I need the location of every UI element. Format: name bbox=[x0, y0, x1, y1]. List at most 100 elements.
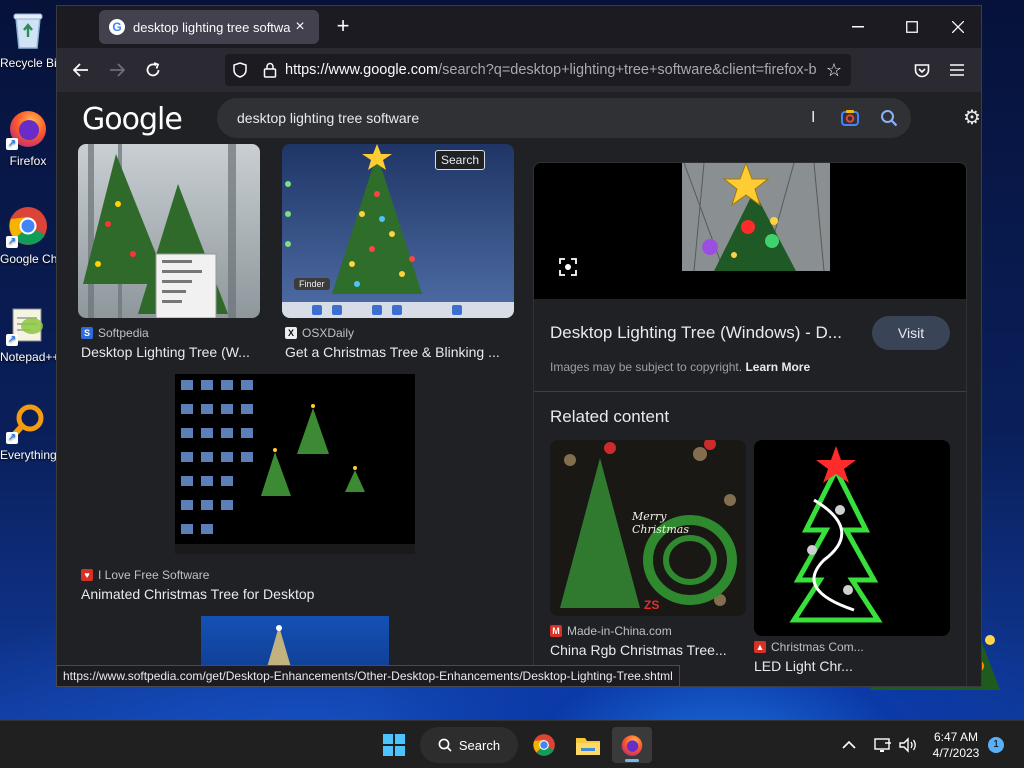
taskbar-file-explorer-button[interactable] bbox=[570, 727, 606, 763]
pocket-icon bbox=[914, 63, 930, 77]
url-path: /search?q=desktop+lighting+tree+software… bbox=[438, 62, 817, 78]
arrow-left-icon bbox=[73, 63, 88, 77]
taskbar-search-button[interactable]: Search bbox=[420, 727, 518, 763]
clock-date: 4/7/2023 bbox=[932, 746, 980, 760]
result-title-softpedia[interactable]: Desktop Lighting Tree (W... bbox=[81, 344, 263, 360]
arrow-right-icon bbox=[110, 63, 125, 77]
chrome-icon bbox=[533, 734, 555, 756]
result-title-ilovefreesoftware[interactable]: Animated Christmas Tree for Desktop bbox=[81, 586, 381, 602]
camera-lens-icon bbox=[841, 110, 859, 126]
tracking-protection-shield-icon[interactable] bbox=[225, 62, 255, 78]
firefox-window: G desktop lighting tree software - Googl… bbox=[56, 5, 982, 687]
related-source-christmas-com[interactable]: ▲ Christmas Com... bbox=[754, 640, 864, 654]
image-preview-panel: Desktop Lighting Tree (Windows) - D... V… bbox=[533, 162, 967, 686]
google-images-page: Google desktop lighting tree software I … bbox=[57, 92, 981, 686]
related-source-label: Made-in-China.com bbox=[567, 624, 672, 638]
desktop-icon-firefox[interactable]: ↗ Firefox bbox=[0, 106, 56, 168]
app-menu-button[interactable] bbox=[943, 56, 971, 84]
related-source-label: Christmas Com... bbox=[771, 640, 864, 654]
back-button[interactable] bbox=[67, 56, 95, 84]
recycle-bin-icon bbox=[6, 8, 50, 52]
section-divider bbox=[534, 391, 966, 392]
network-icon bbox=[874, 738, 891, 752]
result-source-label: OSXDaily bbox=[302, 326, 355, 340]
result-source-softpedia[interactable]: S Softpedia bbox=[81, 326, 149, 340]
desktop-icon-google-chrome[interactable]: ↗ Google Chrome bbox=[0, 204, 56, 266]
lock-icon[interactable] bbox=[255, 62, 285, 78]
google-search-box[interactable]: desktop lighting tree software I bbox=[217, 98, 911, 138]
desktop-icon-label: Notepad++ bbox=[0, 350, 56, 364]
desktop-icon-notepad-plus-plus[interactable]: ↗ Notepad++ bbox=[0, 302, 56, 364]
related-thumbnail-christmas-com[interactable] bbox=[754, 440, 950, 636]
show-hidden-icons-button[interactable] bbox=[842, 721, 856, 768]
address-bar[interactable]: https://www.google.com/search?q=desktop+… bbox=[225, 54, 851, 86]
search-tooltip: Search bbox=[435, 150, 486, 170]
reload-button[interactable] bbox=[139, 56, 167, 84]
shortcut-arrow-icon: ↗ bbox=[6, 432, 18, 444]
hamburger-menu-icon bbox=[950, 64, 964, 76]
volume-button[interactable] bbox=[898, 721, 918, 768]
taskbar-chrome-button[interactable] bbox=[526, 727, 562, 763]
tab-google-search[interactable]: G desktop lighting tree software - Googl… bbox=[99, 10, 319, 44]
settings-gear-icon[interactable]: ⚙ bbox=[963, 108, 981, 128]
taskbar-search-label: Search bbox=[458, 737, 501, 753]
bookmark-star-icon[interactable]: ☆ bbox=[817, 60, 851, 81]
related-title-christmas-com[interactable]: LED Light Chr... bbox=[754, 658, 874, 674]
google-logo[interactable]: Google bbox=[82, 102, 183, 137]
search-icon bbox=[438, 738, 452, 752]
desktop-icon-label: Recycle Bin bbox=[0, 56, 56, 70]
desktop-icon-recycle-bin[interactable]: Recycle Bin bbox=[0, 8, 56, 70]
google-lens-button[interactable] bbox=[833, 101, 867, 135]
learn-more-link[interactable]: Learn More bbox=[745, 360, 810, 374]
notepad-plus-plus-icon: ↗ bbox=[6, 302, 50, 346]
active-app-indicator bbox=[625, 759, 639, 762]
copyright-notice: Images may be subject to copyright. Lear… bbox=[550, 360, 810, 374]
clock-time: 6:47 AM bbox=[933, 730, 979, 744]
network-status-button[interactable] bbox=[874, 721, 892, 768]
firefox-icon: ↗ bbox=[6, 106, 50, 150]
result-thumbnail-osxdaily[interactable]: Finder bbox=[282, 144, 514, 318]
start-button[interactable] bbox=[376, 727, 412, 763]
shortcut-arrow-icon: ↗ bbox=[6, 334, 18, 346]
search-button[interactable] bbox=[867, 101, 911, 135]
everything-search-icon: ↗ bbox=[6, 400, 50, 444]
search-icon bbox=[881, 110, 898, 127]
result-thumbnail-ilovefreesoftware[interactable] bbox=[175, 374, 415, 554]
minimize-icon bbox=[852, 26, 864, 28]
related-thumbnail-made-in-china[interactable]: Merry Christmas ZS bbox=[550, 440, 746, 616]
related-content-heading: Related content bbox=[550, 407, 670, 426]
finder-label: Finder bbox=[294, 278, 330, 290]
pocket-button[interactable] bbox=[908, 56, 936, 84]
taskbar-firefox-button[interactable] bbox=[612, 727, 652, 763]
desktop-icon-everything[interactable]: ↗ Everything bbox=[0, 400, 56, 462]
result-source-ilovefreesoftware[interactable]: ♥ I Love Free Software bbox=[81, 568, 209, 582]
visual-search-scan-icon[interactable] bbox=[558, 257, 578, 277]
maximize-button[interactable] bbox=[889, 6, 935, 48]
taskbar-clock[interactable]: 6:47 AM 4/7/2023 bbox=[926, 729, 986, 761]
minimize-button[interactable] bbox=[835, 6, 881, 48]
close-window-button[interactable] bbox=[935, 6, 981, 48]
preview-title[interactable]: Desktop Lighting Tree (Windows) - D... bbox=[550, 323, 842, 343]
forward-button[interactable] bbox=[103, 56, 131, 84]
copyright-text: Images may be subject to copyright. bbox=[550, 360, 743, 374]
softpedia-favicon-icon: S bbox=[81, 327, 93, 339]
firefox-icon bbox=[621, 735, 643, 756]
shortcut-arrow-icon: ↗ bbox=[6, 236, 18, 248]
notification-badge[interactable]: 1 bbox=[988, 737, 1004, 753]
tab-close-icon[interactable]: × bbox=[291, 18, 309, 36]
windows-logo-icon bbox=[383, 734, 405, 756]
visit-button[interactable]: Visit bbox=[872, 316, 950, 350]
result-thumbnail-softpedia[interactable] bbox=[78, 144, 260, 318]
close-icon bbox=[952, 21, 964, 33]
status-bar-link-preview: https://www.softpedia.com/get/Desktop-En… bbox=[56, 665, 680, 687]
preview-image[interactable] bbox=[534, 163, 966, 299]
desktop-icon-label: Firefox bbox=[9, 154, 47, 168]
search-input[interactable]: desktop lighting tree software bbox=[237, 110, 811, 126]
result-title-osxdaily[interactable]: Get a Christmas Tree & Blinking ... bbox=[285, 344, 517, 360]
url-text: https://www.google.com/search?q=desktop+… bbox=[285, 62, 817, 78]
related-title-made-in-china[interactable]: China Rgb Christmas Tree... bbox=[550, 642, 746, 658]
made-in-china-favicon-icon: M bbox=[550, 625, 562, 637]
new-tab-button[interactable]: + bbox=[331, 14, 355, 40]
related-source-made-in-china[interactable]: M Made-in-China.com bbox=[550, 624, 672, 638]
result-source-osxdaily[interactable]: X OSXDaily bbox=[285, 326, 354, 340]
